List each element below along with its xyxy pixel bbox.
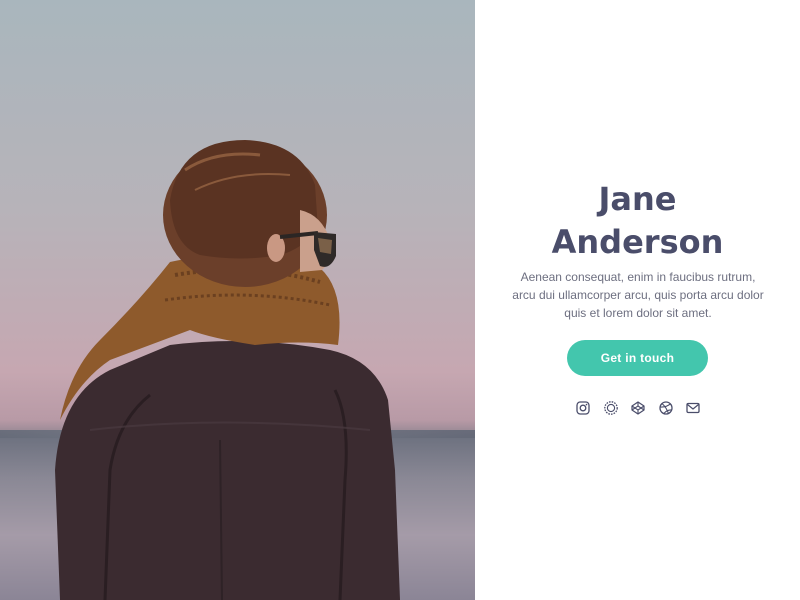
mail-icon[interactable]: [685, 400, 701, 416]
instagram-icon[interactable]: [575, 400, 591, 416]
hero-photo: [0, 0, 475, 600]
codepen-icon[interactable]: [630, 400, 646, 416]
person-illustration: [55, 140, 400, 600]
profile-name: Jane Anderson: [475, 178, 800, 264]
profile-name-first: Jane: [598, 180, 677, 218]
sun-burst-icon[interactable]: [603, 400, 619, 416]
get-in-touch-button[interactable]: Get in touch: [567, 340, 708, 376]
page: Jane Anderson Aenean consequat, enim in …: [0, 0, 800, 600]
social-links: [575, 400, 701, 416]
profile-card: Jane Anderson Aenean consequat, enim in …: [475, 0, 800, 600]
dribbble-icon[interactable]: [658, 400, 674, 416]
profile-bio: Aenean consequat, enim in faucibus rutru…: [512, 270, 764, 320]
profile-name-last: Anderson: [551, 223, 724, 261]
